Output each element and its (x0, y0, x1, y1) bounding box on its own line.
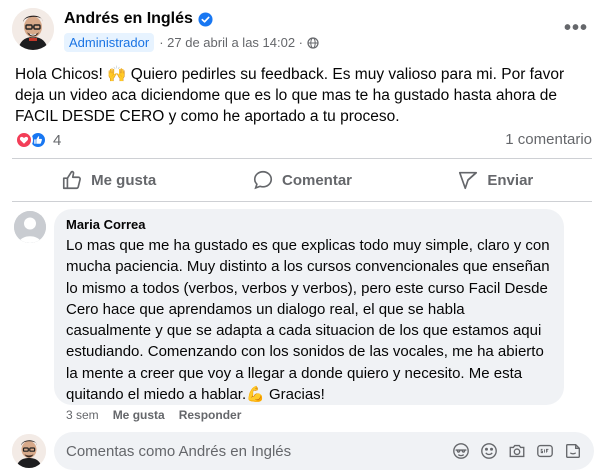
comment-reply-button[interactable]: Responder (179, 408, 242, 422)
admin-badge[interactable]: Administrador (64, 33, 155, 52)
comment-input[interactable] (66, 442, 452, 460)
gif-icon[interactable] (536, 442, 554, 460)
post-card: Andrés en Inglés Administrador · 27 de a… (0, 0, 604, 476)
more-icon: ••• (563, 16, 588, 39)
post-body: Hola Chicos! 🙌 Quiero pedirles su feedba… (15, 66, 565, 125)
divider (12, 201, 592, 202)
commenter-avatar[interactable] (14, 211, 46, 243)
globe-icon (307, 36, 319, 49)
comment-text: Lo mas que me ha gustado es que explicas… (66, 237, 550, 404)
share-label: Enviar (487, 171, 534, 189)
comment-count-link[interactable]: 1 comentario (505, 131, 592, 148)
emoji-icon[interactable] (480, 442, 498, 460)
comment-composer (54, 432, 594, 470)
divider (12, 158, 592, 159)
author-avatar[interactable] (12, 8, 54, 50)
like-label: Me gusta (91, 171, 157, 189)
thumbs-up-icon (63, 170, 82, 190)
comment-button[interactable]: Comentar (205, 160, 398, 200)
author-name-text[interactable]: Andrés en Inglés (64, 10, 193, 28)
like-button[interactable]: Me gusta (12, 160, 205, 200)
love-reaction-icon (15, 131, 33, 149)
author-name[interactable]: Andrés en Inglés (64, 10, 213, 28)
composer-tools (452, 442, 594, 460)
reactions-summary[interactable]: 4 (15, 131, 61, 149)
comment-icon (253, 170, 273, 190)
more-options-button[interactable]: ••• (560, 14, 592, 42)
share-button[interactable]: Enviar (399, 160, 592, 200)
comment-label: Comentar (281, 171, 352, 189)
camera-icon[interactable] (508, 442, 526, 460)
comment-age[interactable]: 3 sem (66, 408, 99, 422)
comment-like-button[interactable]: Me gusta (113, 408, 165, 422)
comment-actions: 3 sem Me gusta Responder (66, 408, 241, 422)
draw-sticker-icon[interactable] (564, 442, 582, 460)
post-timestamp[interactable]: · 27 de abril a las 14:02 · (159, 35, 303, 50)
avatar-icon (14, 211, 46, 243)
sticker-icon[interactable] (452, 442, 470, 460)
commenter-name[interactable]: Maria Correa (66, 217, 552, 232)
share-icon (459, 171, 478, 190)
post-actions: Me gusta Comentar Enviar (12, 160, 592, 200)
comment-bubble: Maria Correa Lo mas que me ha gustado es… (54, 209, 564, 405)
post-meta: Administrador · 27 de abril a las 14:02 … (64, 33, 319, 52)
verified-badge-icon (198, 11, 213, 27)
current-user-avatar[interactable] (12, 434, 46, 468)
reaction-count: 4 (53, 131, 62, 149)
